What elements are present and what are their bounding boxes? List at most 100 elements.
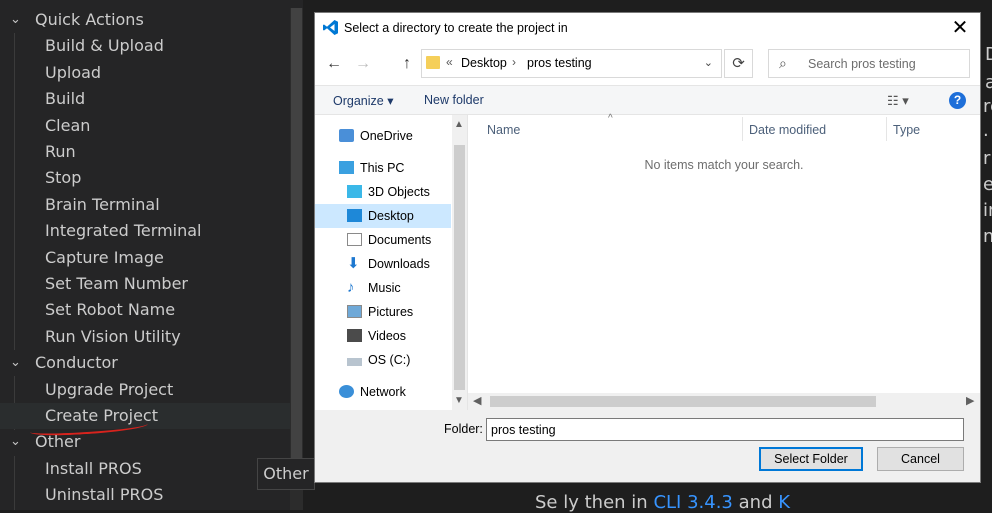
music-icon: ♪ bbox=[347, 279, 355, 296]
folder-icon bbox=[426, 56, 440, 69]
section-other[interactable]: ⌄ Other bbox=[0, 429, 290, 455]
file-list-hscrollbar[interactable]: ◀ ▶ bbox=[468, 393, 980, 410]
breadcrumb-pros-testing[interactable]: pros testing bbox=[527, 56, 592, 70]
scrollbar-thumb[interactable] bbox=[454, 145, 465, 390]
action-upgrade-project[interactable]: Upgrade Project bbox=[0, 377, 290, 403]
tree-item-network[interactable]: Network bbox=[315, 380, 451, 404]
drive-icon bbox=[347, 358, 362, 366]
tree-item-documents[interactable]: Documents bbox=[315, 228, 451, 252]
chevron-down-icon: ⌄ bbox=[10, 434, 21, 449]
editor-text-fragment: er bbox=[983, 174, 992, 195]
action-clean[interactable]: Clean bbox=[0, 113, 290, 139]
up-arrow-icon[interactable]: ↑ bbox=[398, 55, 416, 73]
address-bar[interactable]: « Desktop › pros testing ⌄ bbox=[421, 49, 722, 78]
column-header-date-modified[interactable]: Date modified bbox=[749, 123, 826, 137]
document-icon bbox=[347, 233, 362, 246]
breadcrumb-desktop[interactable]: Desktop bbox=[461, 56, 507, 70]
scroll-down-arrow-icon[interactable]: ▼ bbox=[454, 395, 464, 406]
editor-text-fragment: rc bbox=[983, 96, 992, 117]
editor-text-fragment: ri bbox=[983, 148, 992, 169]
action-stop[interactable]: Stop bbox=[0, 165, 290, 191]
column-header-name[interactable]: Name bbox=[487, 123, 520, 137]
chevron-down-icon[interactable]: ⌄ bbox=[704, 56, 713, 69]
scrollbar-thumb[interactable] bbox=[490, 396, 876, 407]
chevron-down-icon: ⌄ bbox=[10, 12, 21, 27]
back-arrow-icon[interactable]: ← bbox=[325, 55, 343, 73]
new-folder-button[interactable]: New folder bbox=[424, 93, 484, 107]
action-run-vision-utility[interactable]: Run Vision Utility bbox=[0, 324, 290, 350]
folder-name-field[interactable] bbox=[486, 418, 964, 441]
cloud-icon bbox=[339, 129, 354, 142]
tree-item-desktop[interactable]: Desktop bbox=[315, 204, 451, 228]
refresh-button[interactable]: ⟳ bbox=[724, 49, 753, 78]
command-bar: Organize ▾ New folder ☷ ▾ ? bbox=[315, 85, 980, 115]
network-icon bbox=[339, 385, 354, 398]
tree-item-pictures[interactable]: Pictures bbox=[315, 300, 451, 324]
action-run[interactable]: Run bbox=[0, 139, 290, 165]
select-folder-button[interactable]: Select Folder bbox=[759, 447, 863, 471]
nav-pane-scrollbar[interactable]: ▲ ▼ bbox=[452, 115, 467, 410]
forward-arrow-icon[interactable]: → bbox=[354, 55, 372, 73]
tree-item-downloads[interactable]: ⬇ Downloads bbox=[315, 252, 451, 276]
tree-item-os-c[interactable]: OS (C:) bbox=[315, 348, 451, 372]
section-quick-actions[interactable]: ⌄ Quick Actions bbox=[0, 7, 290, 33]
tree-item-videos[interactable]: Videos bbox=[315, 324, 451, 348]
search-box[interactable]: ⌕ Search pros testing bbox=[768, 49, 970, 78]
scroll-up-arrow-icon[interactable]: ▲ bbox=[454, 119, 464, 130]
empty-message: No items match your search. bbox=[644, 158, 804, 172]
download-icon: ⬇ bbox=[347, 255, 360, 272]
column-divider[interactable] bbox=[742, 117, 743, 141]
action-integrated-terminal[interactable]: Integrated Terminal bbox=[0, 218, 290, 244]
action-brain-terminal[interactable]: Brain Terminal bbox=[0, 192, 290, 218]
action-build[interactable]: Build bbox=[0, 86, 290, 112]
view-options-icon[interactable]: ☷ ▾ bbox=[887, 93, 909, 109]
action-capture-image[interactable]: Capture Image bbox=[0, 245, 290, 271]
action-set-robot-name[interactable]: Set Robot Name bbox=[0, 297, 290, 323]
scroll-right-arrow-icon[interactable]: ▶ bbox=[966, 394, 974, 407]
action-install-pros[interactable]: Install PROS bbox=[0, 456, 290, 482]
tree-item-3d-objects[interactable]: 3D Objects bbox=[315, 180, 451, 204]
chevron-right-icon[interactable]: › bbox=[512, 55, 516, 69]
editor-text-fragment: D bbox=[985, 44, 992, 65]
chevron-down-icon: ⌄ bbox=[10, 355, 21, 370]
column-header-type[interactable]: Type bbox=[893, 123, 920, 137]
search-placeholder: Search pros testing bbox=[808, 57, 916, 71]
scroll-left-arrow-icon[interactable]: ◀ bbox=[473, 394, 481, 407]
navigation-bar: ← → ↑ « Desktop › pros testing ⌄ ⟳ ⌕ Sea… bbox=[315, 43, 980, 85]
vscode-logo-icon bbox=[323, 20, 338, 35]
cube-icon bbox=[347, 185, 362, 198]
column-divider[interactable] bbox=[886, 117, 887, 141]
tree-item-music[interactable]: ♪ Music bbox=[315, 276, 451, 300]
action-build-upload[interactable]: Build & Upload bbox=[0, 33, 290, 59]
picture-icon bbox=[347, 305, 362, 318]
explorer-sidebar: ⌄ Quick Actions Build & Upload Upload Bu… bbox=[0, 0, 303, 510]
action-uninstall-pros[interactable]: Uninstall PROS bbox=[0, 482, 290, 508]
close-button[interactable]: ✕ bbox=[948, 16, 972, 40]
navigation-pane: OneDrive This PC 3D Objects Desktop Docu… bbox=[315, 115, 468, 410]
cancel-button[interactable]: Cancel bbox=[877, 447, 964, 471]
search-icon: ⌕ bbox=[779, 55, 787, 71]
editor-text-fragment: m bbox=[983, 226, 992, 247]
sort-arrow-icon: ^ bbox=[608, 113, 613, 124]
sidebar-scrollbar-thumb[interactable] bbox=[291, 8, 302, 478]
editor-text-fragment: . bbox=[983, 120, 989, 141]
desktop-icon bbox=[347, 209, 362, 222]
editor-text-fragment: a bbox=[985, 72, 992, 93]
dialog-titlebar[interactable]: Select a directory to create the project… bbox=[315, 13, 980, 43]
video-icon bbox=[347, 329, 362, 342]
action-set-team-number[interactable]: Set Team Number bbox=[0, 271, 290, 297]
select-folder-dialog: Select a directory to create the project… bbox=[314, 12, 981, 483]
tree-item-onedrive[interactable]: OneDrive bbox=[315, 124, 451, 148]
dialog-title: Select a directory to create the project… bbox=[344, 21, 568, 35]
computer-icon bbox=[339, 161, 354, 174]
address-overflow[interactable]: « bbox=[446, 55, 453, 69]
action-upload[interactable]: Upload bbox=[0, 60, 290, 86]
editor-text-fragment: in bbox=[983, 200, 992, 221]
folder-label: Folder: bbox=[444, 422, 483, 436]
organize-button[interactable]: Organize ▾ bbox=[333, 93, 393, 108]
section-conductor[interactable]: ⌄ Conductor bbox=[0, 350, 290, 376]
tooltip: Other bbox=[257, 458, 315, 490]
help-icon[interactable]: ? bbox=[949, 92, 966, 109]
tree-item-this-pc[interactable]: This PC bbox=[315, 156, 451, 180]
file-list-pane: ^ Name Date modified Type No items match… bbox=[468, 113, 980, 410]
